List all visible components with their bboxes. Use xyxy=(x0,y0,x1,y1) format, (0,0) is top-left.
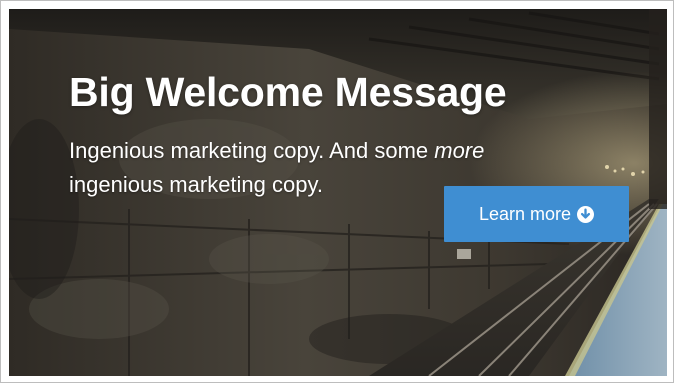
copy-line-2: ingenious marketing copy. xyxy=(69,172,323,197)
learn-more-button[interactable]: Learn more xyxy=(444,186,629,242)
screenshot-frame: Big Welcome Message Ingenious marketing … xyxy=(0,0,674,383)
arrow-circle-down-icon xyxy=(577,205,595,223)
copy-emphasis: more xyxy=(434,138,485,163)
copy-line-1: Ingenious marketing copy. And some xyxy=(69,138,435,163)
hero-banner: Big Welcome Message Ingenious marketing … xyxy=(9,9,667,376)
hero-headline: Big Welcome Message xyxy=(69,69,507,115)
learn-more-label: Learn more xyxy=(478,203,572,224)
